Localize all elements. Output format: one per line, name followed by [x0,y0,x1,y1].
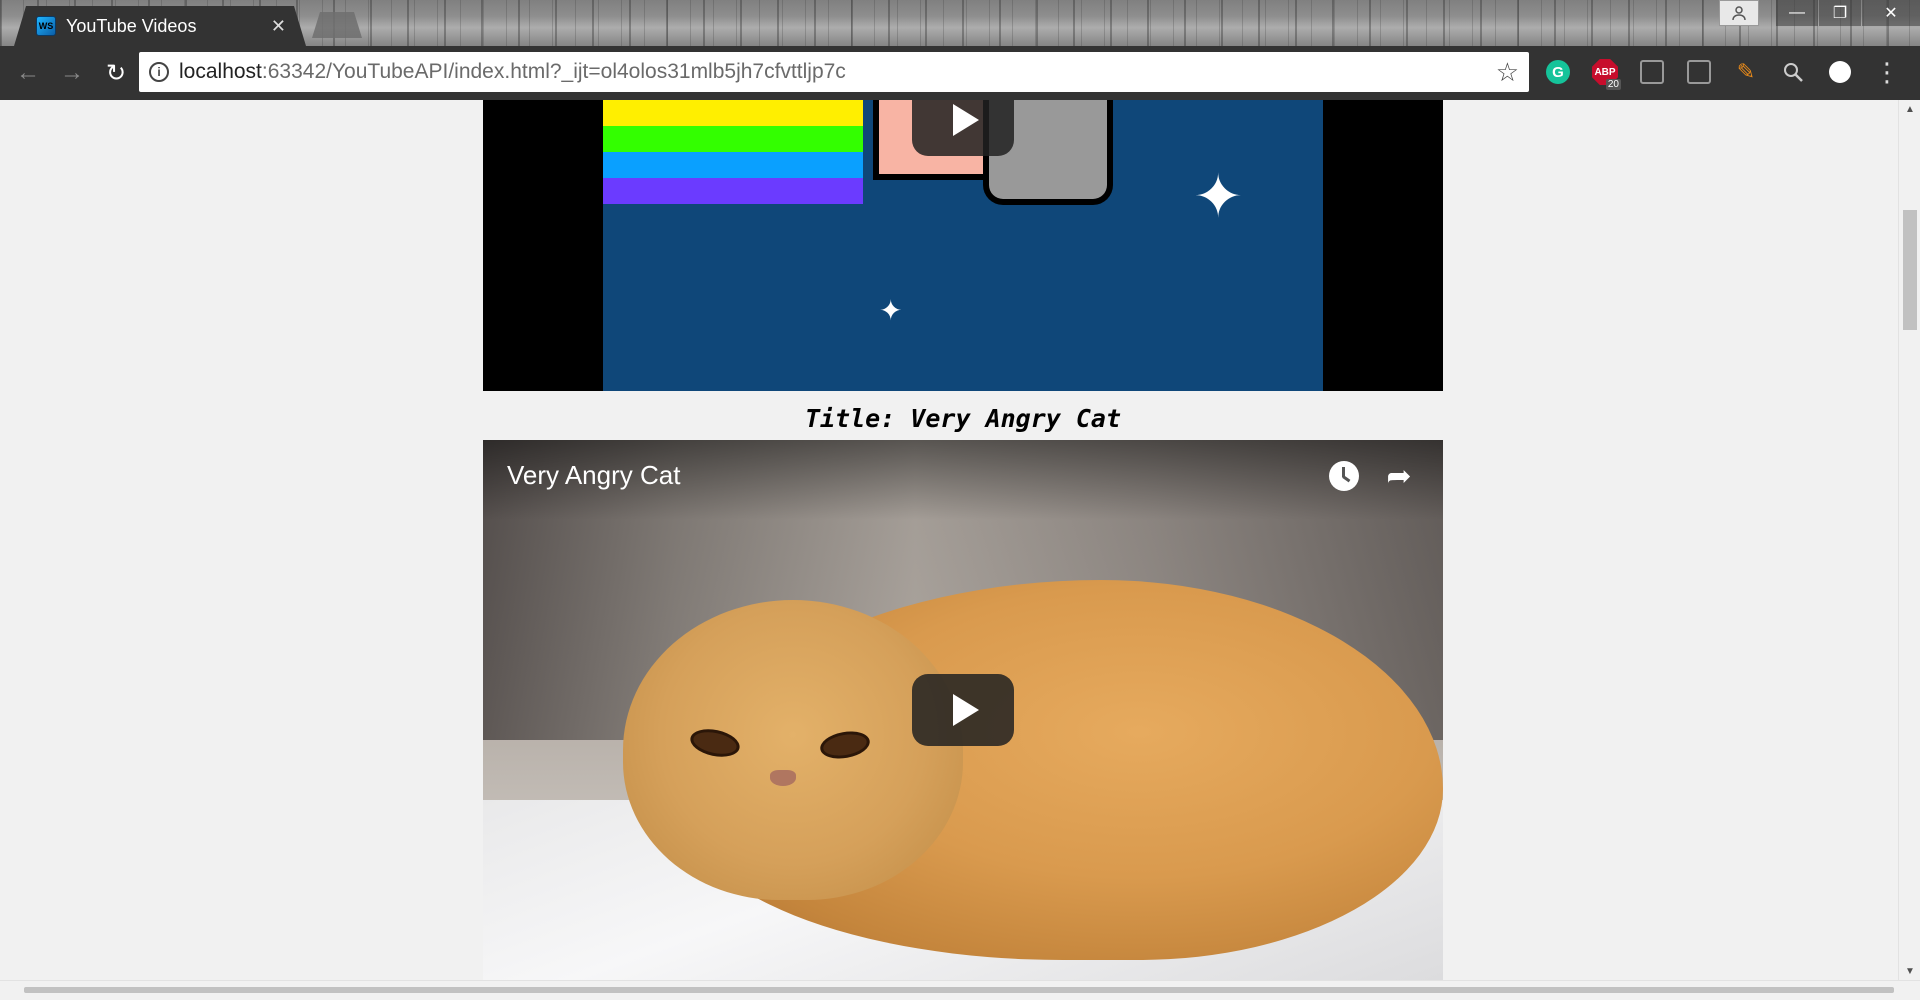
clock-face [1329,461,1359,491]
cat-head [623,600,963,900]
adblock-count-badge: 20 [1605,79,1621,90]
tab-close-icon[interactable]: ✕ [271,16,286,37]
circle-icon [1829,61,1851,83]
play-button[interactable] [912,674,1014,746]
rainbow-yellow [603,100,863,126]
window-titlebar: WS YouTube Videos ✕ — ❐ ✕ [0,0,1920,46]
rainbow-green [603,126,863,152]
play-icon [953,104,979,136]
share-icon[interactable]: ➦ [1381,458,1417,494]
video-player-nyan-cat[interactable]: ✦ ✦ [483,100,1443,391]
glasses-icon [1687,60,1711,84]
sparkle-icon: ✦ [1193,162,1244,232]
cat-nose [770,770,796,786]
extensions-bar: G ABP 20 ✎ ⋮ [1540,52,1916,92]
pencil-extension[interactable]: ✎ [1728,52,1764,92]
video-title-overlay[interactable]: Very Angry Cat [507,460,680,491]
grammarly-icon: G [1546,60,1570,84]
user-profile-icon[interactable] [1719,0,1759,26]
url-path: :63342/YouTubeAPI/index.html?_ijt=ol4olo… [261,60,846,83]
url-host: localhost [179,60,262,83]
chrome-menu-button[interactable]: ⋮ [1869,52,1905,92]
bookmark-star-icon[interactable]: ☆ [1496,57,1519,88]
pdf-extension[interactable] [1634,52,1670,92]
search-icon [1784,63,1803,82]
restore-button[interactable]: ❐ [1819,0,1861,26]
close-window-button[interactable]: ✕ [1862,0,1920,26]
scroll-up-icon[interactable]: ▲ [1899,100,1920,118]
back-button[interactable]: ← [6,53,50,93]
vertical-scrollbar[interactable]: ▲ ▼ [1898,100,1920,980]
window-controls: — ❐ ✕ [1718,0,1920,28]
site-info-icon[interactable]: i [149,62,169,82]
browser-toolbar: ← → ↻ i localhost:63342/YouTubeAPI/index… [0,46,1920,100]
webstorm-favicon-icon: WS [36,16,56,36]
grammarly-extension[interactable]: G [1540,52,1576,92]
scroll-thumb[interactable] [1903,210,1917,330]
url-text[interactable]: localhost:63342/YouTubeAPI/index.html?_i… [179,60,1486,84]
address-bar[interactable]: i localhost:63342/YouTubeAPI/index.html?… [139,52,1529,92]
search-extension[interactable] [1775,52,1811,92]
scroll-down-icon[interactable]: ▼ [1899,962,1920,980]
reload-button[interactable]: ↻ [94,53,138,93]
page-viewport: ✦ ✦ Title: Very Angry Cat Very Angry Cat… [0,100,1898,980]
horizontal-scrollbar[interactable] [0,980,1920,1000]
glasses-extension[interactable] [1681,52,1717,92]
adblock-plus-extension[interactable]: ABP 20 [1587,52,1623,92]
rainbow-blue [603,152,863,178]
circle-extension[interactable] [1822,52,1858,92]
horizontal-scroll-thumb[interactable] [24,987,1894,993]
video-title-caption: Title: Very Angry Cat [804,404,1122,433]
minimize-button[interactable]: — [1776,0,1818,26]
sparkle-icon: ✦ [879,294,903,327]
pencil-icon: ✎ [1736,59,1756,84]
forward-button[interactable]: → [50,53,94,93]
play-icon [953,694,979,726]
play-button[interactable] [912,100,1014,156]
tab-title: YouTube Videos [66,15,197,36]
rainbow-violet [603,178,863,204]
pdf-icon [1640,60,1664,84]
video-player-very-angry-cat[interactable]: Very Angry Cat ➦ [483,440,1443,980]
new-tab-button[interactable] [312,12,362,38]
tab-youtube-videos[interactable]: WS YouTube Videos ✕ [14,6,306,46]
watch-later-icon[interactable] [1326,458,1362,494]
